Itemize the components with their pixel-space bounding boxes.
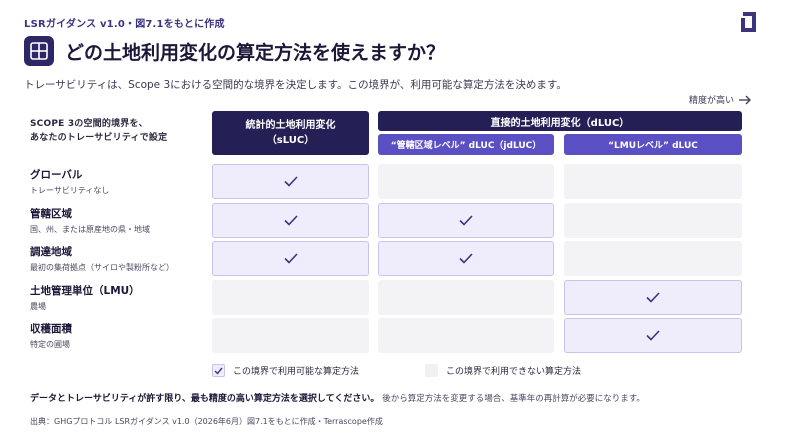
row-title: 管轄区域	[30, 208, 72, 220]
row-subtitle: 最初の集荷拠点（サイロや製粉所など）	[30, 263, 174, 272]
column-header-jdluc: “管轄区域レベル” dLUC（jdLUC）	[378, 134, 554, 155]
matrix-cell-unavailable	[564, 203, 742, 238]
row-title: 調達地域	[30, 246, 72, 258]
row-subtitle: 特定の圃場	[30, 340, 70, 349]
sluc-line1: 統計的土地利用変化	[245, 120, 336, 131]
top-label: LSRガイダンス v1.0・図7.1をもとに作成	[24, 19, 225, 30]
arrow-right-icon	[739, 95, 751, 104]
row-label: 土地管理単位（LMU） 農場	[30, 283, 140, 312]
matrix-cell-available	[564, 280, 742, 315]
row-title: 収穫面積	[30, 323, 72, 335]
check-icon	[459, 253, 473, 264]
precision-label: 精度が高い	[689, 96, 735, 106]
row-subtitle: トレーサビリティなし	[30, 186, 110, 195]
row-title: 土地管理単位（LMU）	[30, 285, 140, 297]
matrix-cell-available	[212, 164, 369, 199]
matrix-cell-unavailable	[378, 318, 554, 353]
matrix-cell-unavailable	[378, 280, 554, 315]
page-title: どの土地利用変化の算定方法を使えますか？	[65, 41, 446, 64]
matrix-cell-unavailable	[378, 164, 554, 199]
row-label: 管轄区域国、州、または原産地の県・地域	[30, 206, 150, 235]
matrix-cell-unavailable	[212, 280, 369, 315]
legend-available: この境界で利用可能な算定方法	[212, 364, 359, 377]
column-header-lmu-dluc: “LMUレベル” dLUC	[564, 134, 742, 155]
column-header-dluc: 直接的土地利用変化（dLUC）	[378, 111, 742, 131]
title-row: どの土地利用変化の算定方法を使えますか？	[24, 36, 445, 66]
column-header-sluc: 統計的土地利用変化 （sLUC）	[212, 111, 369, 155]
scope-boundary-label: SCOPE 3の空間的境界を、 あなたのトレーサビリティで設定	[30, 117, 167, 145]
matrix-cell-available	[564, 318, 742, 353]
matrix-cell-available	[378, 241, 554, 276]
check-icon	[459, 215, 473, 226]
check-icon	[646, 330, 660, 341]
legend-available-swatch	[212, 364, 225, 377]
legend-available-label: この境界で利用可能な算定方法	[233, 367, 360, 377]
row-label: グローバルトレーサビリティなし	[30, 167, 109, 196]
check-icon	[283, 176, 298, 187]
legend-unavailable: この境界で利用できない算定方法	[425, 364, 581, 377]
row-subtitle: 農場	[30, 302, 46, 311]
check-icon	[283, 253, 298, 264]
row-label: 調達地域最初の集荷拠点（サイロや製粉所など）	[30, 244, 174, 273]
bottom-note-normal: 後から算定方法を変更する場合、基準年の再計算が必要になります。	[382, 394, 645, 404]
brand-logo-icon	[741, 12, 756, 32]
row-subtitle: 国、州、または原産地の県・地域	[30, 225, 150, 234]
legend-unavailable-label: この境界で利用できない算定方法	[446, 367, 582, 377]
row-title: グローバル	[30, 169, 83, 181]
precision-indicator: 精度が高い	[689, 93, 752, 106]
legend-unavailable-swatch	[425, 364, 438, 377]
matrix-cell-available	[212, 241, 369, 276]
grid-icon	[24, 36, 54, 66]
bottom-note: データとトレーサビリティが許す限り、最も精度の高い算定方法を選択してください。 …	[30, 391, 645, 404]
matrix-cell-available	[378, 203, 554, 238]
source-note: 出典：GHGプロトコル LSRガイダンス v1.0（2026年6月）図7.1をも…	[30, 417, 383, 426]
page-subtitle: トレーサビリティは、Scope 3における空間的な境界を決定します。この境界が、…	[24, 79, 567, 91]
row-label: 収穫面積 特定の圃場	[30, 321, 72, 350]
matrix-cell-unavailable	[564, 241, 742, 276]
scope-label-line2: あなたのトレーサビリティで設定	[30, 133, 168, 143]
matrix-cell-available	[212, 203, 369, 238]
sluc-line2: （sLUC）	[266, 135, 315, 146]
check-icon	[214, 367, 223, 375]
scope-label-line1: SCOPE 3の空間的境界を、	[30, 119, 148, 129]
check-icon	[646, 292, 660, 303]
bottom-note-strong: データとトレーサビリティが許す限り、最も精度の高い算定方法を選択してください。	[30, 394, 380, 404]
matrix-cell-unavailable	[564, 164, 742, 199]
matrix-cell-unavailable	[212, 318, 369, 353]
check-icon	[283, 215, 298, 226]
